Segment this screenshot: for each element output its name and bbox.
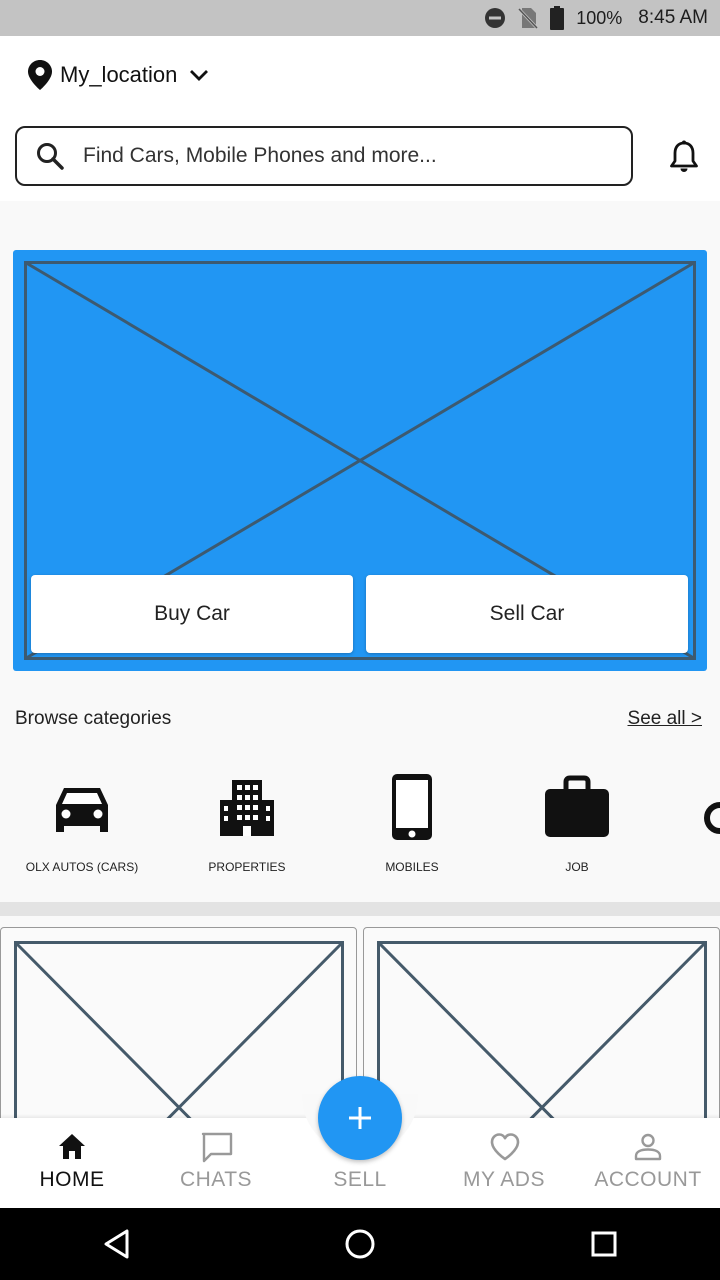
home-circle-icon[interactable] bbox=[340, 1226, 380, 1262]
nav-home[interactable]: HOME bbox=[0, 1118, 144, 1208]
category-label: OLX AUTOS (CARS) bbox=[25, 860, 139, 874]
search-input[interactable] bbox=[83, 144, 603, 168]
sell-fab-button[interactable] bbox=[318, 1076, 402, 1160]
back-icon[interactable] bbox=[98, 1226, 138, 1262]
section-divider bbox=[0, 902, 720, 916]
location-selector[interactable]: My_location bbox=[28, 58, 209, 92]
home-icon bbox=[59, 1134, 85, 1159]
category-label: MOBILES bbox=[385, 860, 439, 874]
chat-icon bbox=[201, 1132, 233, 1163]
nav-label: MY ADS bbox=[463, 1168, 545, 1191]
car-icon bbox=[56, 788, 108, 832]
person-icon bbox=[634, 1133, 662, 1161]
do-not-disturb-icon bbox=[485, 8, 506, 28]
browse-categories-title: Browse categories bbox=[15, 708, 172, 729]
location-pin-icon bbox=[28, 60, 52, 90]
category-autos[interactable]: OLX AUTOS (CARS) bbox=[7, 770, 157, 880]
see-all-link[interactable]: See all > bbox=[628, 708, 702, 730]
mobile-phone-icon bbox=[392, 774, 432, 840]
plus-icon bbox=[349, 1107, 371, 1129]
location-label: My_location bbox=[60, 62, 178, 87]
heart-icon bbox=[490, 1133, 520, 1161]
battery-percent: 100% bbox=[576, 7, 623, 28]
no-sim-icon bbox=[518, 7, 539, 29]
nav-chats[interactable]: CHATS bbox=[144, 1118, 288, 1208]
category-more-icon[interactable] bbox=[700, 800, 720, 836]
nav-label: CHATS bbox=[179, 1168, 253, 1191]
system-navigation-bar bbox=[0, 1208, 720, 1280]
bell-icon[interactable] bbox=[668, 140, 700, 174]
category-job[interactable]: JOB bbox=[502, 770, 652, 880]
recents-icon[interactable] bbox=[584, 1226, 624, 1262]
nav-account[interactable]: ACCOUNT bbox=[576, 1118, 720, 1208]
category-label: JOB bbox=[565, 860, 589, 874]
battery-icon bbox=[550, 6, 565, 30]
search-bar[interactable] bbox=[15, 126, 633, 186]
buy-car-button[interactable]: Buy Car bbox=[31, 575, 353, 653]
nav-label: HOME bbox=[39, 1168, 105, 1191]
hero-banner: Buy Car Sell Car bbox=[13, 250, 707, 671]
category-mobiles[interactable]: MOBILES bbox=[337, 770, 487, 880]
briefcase-icon bbox=[545, 775, 609, 837]
sell-car-button[interactable]: Sell Car bbox=[366, 575, 688, 653]
category-properties[interactable]: PROPERTIES bbox=[172, 770, 322, 880]
search-icon bbox=[37, 143, 64, 170]
building-icon bbox=[220, 780, 274, 836]
clock: 8:45 AM bbox=[638, 7, 708, 28]
category-label: PROPERTIES bbox=[208, 860, 286, 874]
chevron-down-icon bbox=[190, 70, 209, 81]
nav-label: ACCOUNT bbox=[594, 1168, 702, 1191]
nav-my-ads[interactable]: MY ADS bbox=[432, 1118, 576, 1208]
status-bar: 100% 8:45 AM bbox=[0, 0, 720, 36]
header: My_location bbox=[0, 36, 720, 201]
nav-label: SELL bbox=[333, 1168, 387, 1191]
